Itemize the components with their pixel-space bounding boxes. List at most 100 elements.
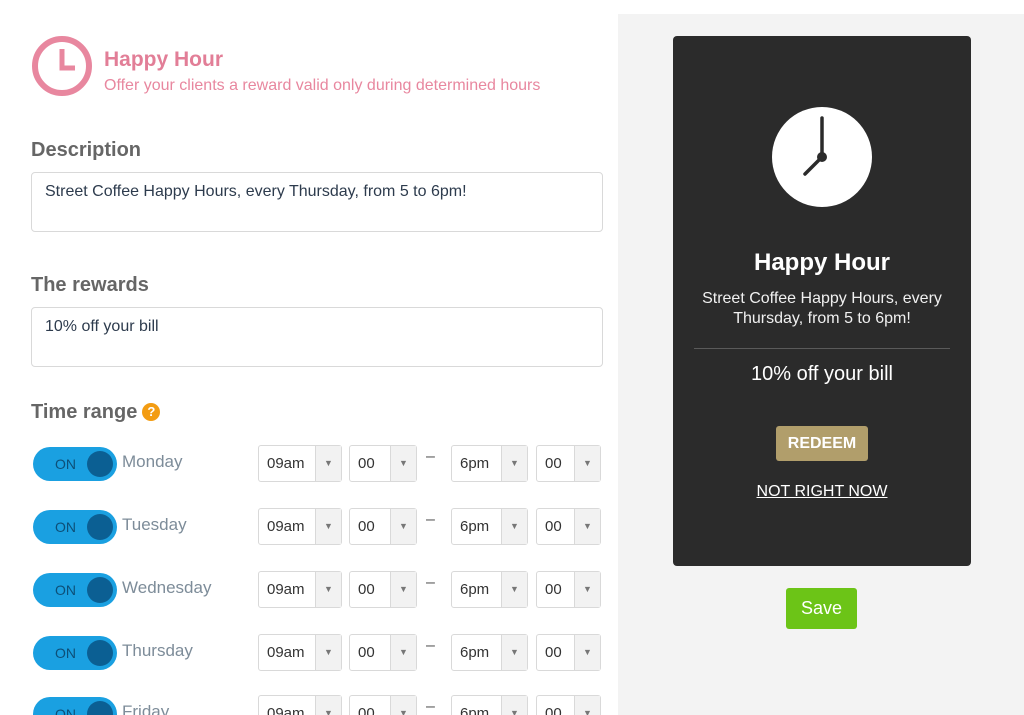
- clock-icon: [772, 107, 872, 207]
- select-value: 09am: [267, 705, 305, 715]
- range-separator: –: [426, 511, 435, 528]
- preview-description: Street Coffee Happy Hours, every Thursda…: [702, 290, 942, 327]
- select-value: 09am: [267, 455, 305, 472]
- range-separator: –: [426, 637, 435, 654]
- start-minute-select[interactable]: 00 ▼: [349, 445, 417, 482]
- time-range-label: Time range?: [31, 401, 161, 424]
- chevron-down-icon: ▼: [501, 572, 527, 607]
- day-name: Wednesday: [122, 578, 212, 597]
- select-value: 00: [545, 455, 562, 472]
- select-value: 6pm: [460, 644, 490, 661]
- day-toggle[interactable]: ON: [33, 510, 117, 544]
- start-minute-select[interactable]: 00 ▼: [349, 695, 417, 715]
- chevron-down-icon: ▼: [501, 446, 527, 481]
- rewards-input[interactable]: 10% off your bill: [31, 307, 603, 367]
- rewards-label: The rewards: [31, 274, 149, 296]
- preview-reward: 10% off your bill: [751, 363, 893, 385]
- start-hour-select[interactable]: 09am ▼: [258, 695, 342, 715]
- start-hour-select[interactable]: 09am ▼: [258, 634, 342, 671]
- chevron-down-icon: ▼: [315, 509, 341, 544]
- end-minute-select[interactable]: 00 ▼: [536, 634, 601, 671]
- redeem-button[interactable]: REDEEM: [776, 426, 868, 461]
- select-value: 00: [358, 518, 375, 535]
- chevron-down-icon: ▼: [390, 696, 416, 715]
- end-minute-select[interactable]: 00 ▼: [536, 571, 601, 608]
- toggle-label: ON: [55, 519, 76, 535]
- select-value: 6pm: [460, 581, 490, 598]
- end-minute-select[interactable]: 00 ▼: [536, 445, 601, 482]
- chevron-down-icon: ▼: [315, 635, 341, 670]
- start-hour-select[interactable]: 09am ▼: [258, 445, 342, 482]
- toggle-knob: [87, 701, 113, 715]
- toggle-knob: [87, 451, 113, 477]
- question-icon[interactable]: ?: [142, 403, 161, 421]
- clock-icon: [32, 36, 92, 96]
- preview-card: Happy Hour Street Coffee Happy Hours, ev…: [673, 36, 971, 566]
- toggle-knob: [87, 640, 113, 666]
- select-value: 00: [545, 705, 562, 715]
- end-hour-select[interactable]: 6pm ▼: [451, 445, 528, 482]
- day-toggle[interactable]: ON: [33, 697, 117, 715]
- chevron-down-icon: ▼: [574, 635, 600, 670]
- select-value: 00: [545, 518, 562, 535]
- page-subtitle: Offer your clients a reward valid only d…: [104, 77, 541, 94]
- start-minute-select[interactable]: 00 ▼: [349, 508, 417, 545]
- chevron-down-icon: ▼: [390, 509, 416, 544]
- day-toggle[interactable]: ON: [33, 636, 117, 670]
- end-hour-select[interactable]: 6pm ▼: [451, 571, 528, 608]
- end-hour-select[interactable]: 6pm ▼: [451, 695, 528, 715]
- day-toggle[interactable]: ON: [33, 447, 117, 481]
- select-value: 6pm: [460, 705, 490, 715]
- select-value: 00: [358, 581, 375, 598]
- chevron-down-icon: ▼: [574, 509, 600, 544]
- day-name: Thursday: [122, 641, 193, 660]
- description-input[interactable]: Street Coffee Happy Hours, every Thursda…: [31, 172, 603, 232]
- chevron-down-icon: ▼: [574, 696, 600, 715]
- select-value: 6pm: [460, 518, 490, 535]
- day-name: Monday: [122, 452, 183, 471]
- end-hour-select[interactable]: 6pm ▼: [451, 508, 528, 545]
- chevron-down-icon: ▼: [501, 635, 527, 670]
- preview-title: Happy Hour: [753, 249, 890, 276]
- end-minute-select[interactable]: 00 ▼: [536, 695, 601, 715]
- toggle-knob: [87, 514, 113, 540]
- select-value: 6pm: [460, 455, 490, 472]
- chevron-down-icon: ▼: [390, 446, 416, 481]
- end-minute-select[interactable]: 00 ▼: [536, 508, 601, 545]
- select-value: 09am: [267, 644, 305, 661]
- divider: [694, 348, 950, 349]
- toggle-label: ON: [55, 456, 76, 472]
- day-name: Friday: [122, 702, 170, 715]
- range-separator: –: [426, 574, 435, 591]
- day-row-friday: ON Friday 09am ▼ 00 ▼ – 6pm ▼ 00 ▼: [0, 694, 618, 715]
- select-value: 00: [545, 644, 562, 661]
- description-label: Description: [31, 139, 142, 161]
- toggle-label: ON: [55, 645, 76, 661]
- start-hour-select[interactable]: 09am ▼: [258, 571, 342, 608]
- day-row-monday: ON Monday 09am ▼ 00 ▼ – 6pm ▼ 00 ▼: [0, 444, 618, 484]
- chevron-down-icon: ▼: [390, 572, 416, 607]
- save-button[interactable]: Save: [786, 588, 857, 629]
- chevron-down-icon: ▼: [574, 572, 600, 607]
- day-row-thursday: ON Thursday 09am ▼ 00 ▼ – 6pm ▼ 00 ▼: [0, 633, 618, 673]
- toggle-knob: [87, 577, 113, 603]
- end-hour-select[interactable]: 6pm ▼: [451, 634, 528, 671]
- page-title: Happy Hour: [104, 48, 224, 71]
- day-row-wednesday: ON Wednesday 09am ▼ 00 ▼ – 6pm ▼ 00 ▼: [0, 570, 618, 610]
- start-minute-select[interactable]: 00 ▼: [349, 571, 417, 608]
- chevron-down-icon: ▼: [315, 572, 341, 607]
- chevron-down-icon: ▼: [315, 696, 341, 715]
- chevron-down-icon: ▼: [501, 509, 527, 544]
- editor-panel: Happy Hour Offer your clients a reward v…: [0, 0, 618, 715]
- not-right-now-link[interactable]: NOT RIGHT NOW: [673, 483, 971, 501]
- start-minute-select[interactable]: 00 ▼: [349, 634, 417, 671]
- range-separator: –: [426, 448, 435, 465]
- chevron-down-icon: ▼: [574, 446, 600, 481]
- start-hour-select[interactable]: 09am ▼: [258, 508, 342, 545]
- select-value: 00: [358, 455, 375, 472]
- toggle-label: ON: [55, 706, 76, 715]
- range-separator: –: [426, 698, 435, 715]
- chevron-down-icon: ▼: [501, 696, 527, 715]
- day-toggle[interactable]: ON: [33, 573, 117, 607]
- time-range-label-text: Time range: [31, 401, 138, 423]
